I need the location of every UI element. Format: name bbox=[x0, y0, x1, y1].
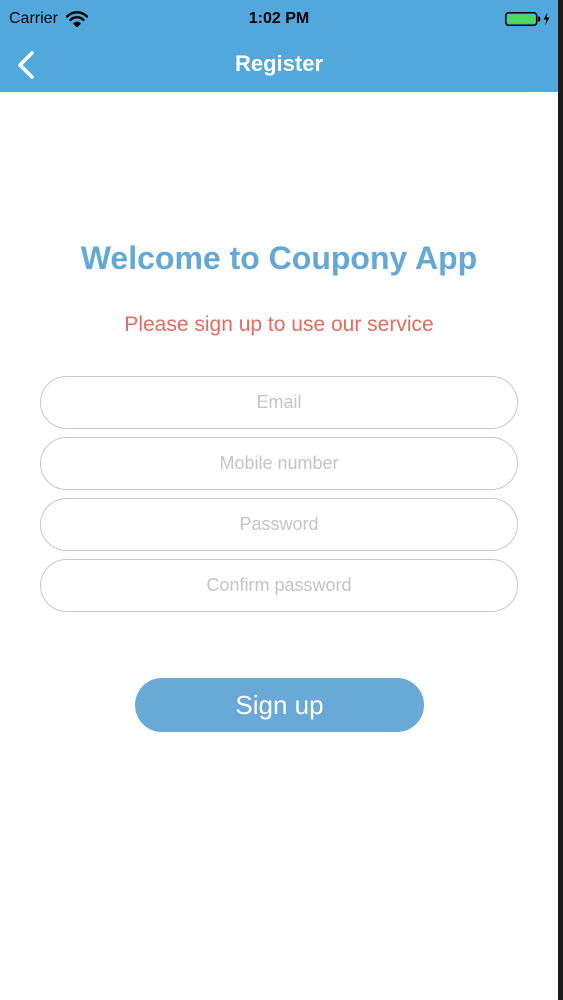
battery-icon bbox=[505, 12, 551, 26]
password-field[interactable] bbox=[40, 498, 518, 551]
screen-edge bbox=[558, 0, 563, 1000]
signup-subtitle: Please sign up to use our service bbox=[124, 313, 434, 336]
register-screen: Carrier 1:02 PM Register Welcome to Coup… bbox=[0, 0, 558, 1000]
navigation-bar: Register bbox=[0, 36, 558, 92]
sign-up-button[interactable]: Sign up bbox=[135, 678, 424, 732]
charging-bolt-icon bbox=[543, 12, 550, 26]
page-title: Register bbox=[234, 51, 324, 76]
status-time: 1:02 PM bbox=[248, 10, 310, 27]
confirm-password-field[interactable] bbox=[40, 559, 518, 612]
mobile-number-field[interactable] bbox=[40, 437, 518, 490]
welcome-heading: Welcome to Coupony App bbox=[80, 240, 478, 276]
email-field[interactable] bbox=[40, 376, 518, 429]
status-bar: Carrier 1:02 PM bbox=[0, 0, 558, 36]
